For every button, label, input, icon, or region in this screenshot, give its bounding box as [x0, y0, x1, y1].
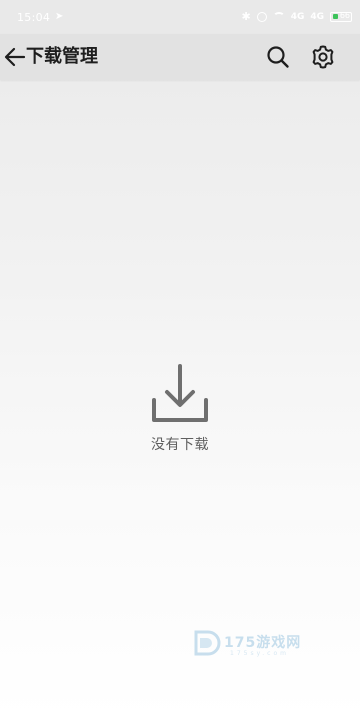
search-icon[interactable] [264, 43, 292, 71]
battery-percent: 66 [339, 10, 350, 20]
back-arrow-icon[interactable] [2, 44, 28, 70]
navigation-icon: ➤ [55, 11, 64, 22]
alarm-icon [256, 11, 267, 22]
battery-icon: 66 [330, 10, 352, 22]
watermark-text: 175游戏网 [224, 635, 302, 651]
empty-state-label: 没有下载 [151, 437, 209, 453]
page-title: 下载管理 [26, 46, 98, 67]
watermark: 175游戏网 175sy.com [190, 626, 350, 660]
status-icons: ✱ 4G 4G 66 [241, 10, 352, 23]
status-time: 15:04 [17, 11, 51, 24]
download-tray-icon [152, 364, 208, 422]
empty-state: 没有下载 [0, 360, 360, 454]
bluetooth-icon: ✱ [241, 10, 251, 23]
wifi-icon [272, 12, 285, 21]
watermark-subtext: 175sy.com [230, 650, 289, 657]
signal-icon-1: 4G [290, 11, 305, 22]
signal-icon-2: 4G [310, 11, 324, 22]
settings-gear-icon[interactable] [309, 43, 337, 71]
battery-level [333, 13, 338, 19]
status-bar: 15:04 ➤ ✱ 4G 4G 66 [0, 0, 360, 34]
watermark-logo-icon [194, 630, 221, 656]
app-bar: 下载管理 [0, 34, 360, 80]
